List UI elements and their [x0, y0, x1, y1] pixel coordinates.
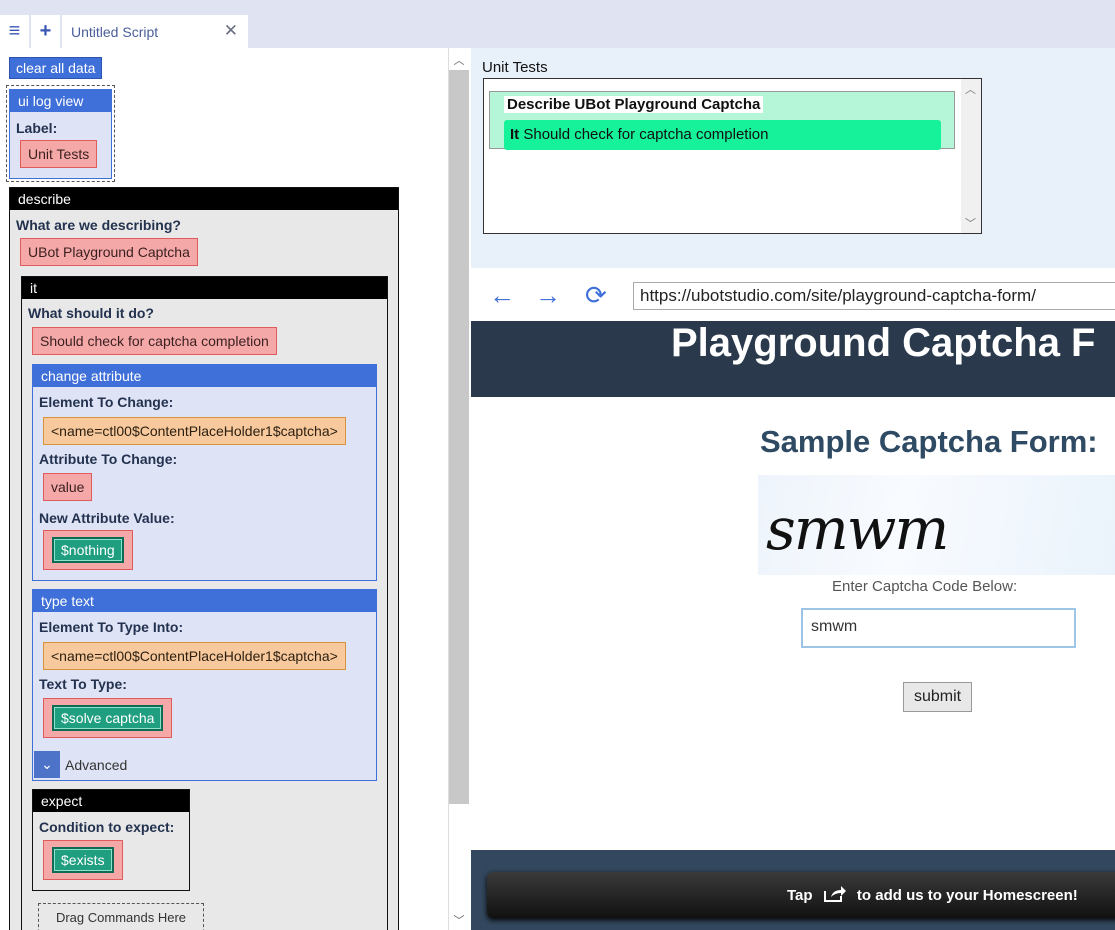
- captcha-prompt-label: Enter Captcha Code Below:: [832, 578, 1018, 595]
- scroll-down-icon[interactable]: ﹀: [965, 215, 976, 231]
- page-footer: Tap to add us to your Homescreen!: [471, 850, 1115, 930]
- command-title: ui log view: [10, 90, 111, 112]
- it-result-bar: It Should check for captcha completion: [504, 120, 941, 150]
- address-bar[interactable]: https://ubotstudio.com/site/playground-c…: [633, 282, 1115, 310]
- browser-nav-bar: ← → ⟳ https://ubotstudio.com/site/playgr…: [471, 268, 1115, 320]
- unit-tests-title: Unit Tests: [482, 59, 548, 76]
- toast-tap: Tap: [787, 886, 813, 904]
- command-panel: clear all data ui log view Label: Unit T…: [0, 48, 448, 930]
- scroll-up-icon[interactable]: ︿: [965, 81, 976, 97]
- tab-untitled-script[interactable]: Untitled Script ✕: [62, 15, 248, 48]
- toast-text: Tap to add us to your Homescreen!: [787, 885, 1078, 907]
- it-prefix: It: [510, 126, 520, 143]
- element-to-change-value[interactable]: <name=ctl00$ContentPlaceHolder1$captcha>: [43, 417, 346, 445]
- text-to-type-label: Text To Type:: [39, 676, 127, 692]
- element-to-type-value[interactable]: <name=ctl00$ContentPlaceHolder1$captcha>: [43, 642, 346, 670]
- drag-commands-here-dropzone[interactable]: Drag Commands Here: [38, 903, 204, 930]
- log-scrollbar[interactable]: ︿ ﹀: [961, 79, 981, 233]
- toast-message: to add us to your Homescreen!: [856, 886, 1078, 904]
- variable-chip: $solve captcha: [52, 705, 164, 731]
- command-title: change attribute: [33, 365, 376, 387]
- element-to-type-label: Element To Type Into:: [39, 619, 184, 635]
- describe-legend: Describe UBot Playground Captcha: [504, 96, 764, 113]
- label-value[interactable]: Unit Tests: [20, 140, 98, 168]
- variable-chip: $nothing: [52, 537, 124, 563]
- captcha-text: smwm: [766, 495, 949, 563]
- browser-view: ← → ⟳ https://ubotstudio.com/site/playgr…: [471, 268, 1115, 930]
- hero-title: Playground Captcha F: [671, 321, 1096, 365]
- command-title: expect: [33, 790, 189, 812]
- homescreen-toast[interactable]: Tap to add us to your Homescreen!: [487, 872, 1115, 918]
- it-question: What should it do?: [28, 305, 154, 321]
- form-title: Sample Captcha Form:: [760, 424, 1098, 459]
- it-text: Should check for captcha completion: [523, 126, 769, 143]
- condition-value[interactable]: $exists: [43, 840, 123, 880]
- scroll-down-icon[interactable]: ﹀: [449, 912, 469, 928]
- share-icon: [823, 885, 847, 907]
- it-value[interactable]: Should check for captcha completion: [32, 327, 277, 355]
- clear-all-data-button[interactable]: clear all data: [9, 57, 103, 79]
- text-to-type-value[interactable]: $solve captcha: [43, 698, 173, 738]
- chevron-down-icon[interactable]: ⌄: [34, 751, 60, 778]
- describe-value[interactable]: UBot Playground Captcha: [20, 238, 198, 266]
- describe-command[interactable]: describe What are we describing? UBot Pl…: [9, 187, 399, 930]
- tab-bar: ≡ + Untitled Script ✕: [0, 0, 1115, 48]
- page-hero: Playground Captcha F: [471, 321, 1115, 397]
- condition-label: Condition to expect:: [39, 819, 175, 835]
- command-title: describe: [10, 188, 398, 210]
- type-text-command[interactable]: type text Element To Type Into: <name=ct…: [32, 589, 377, 781]
- advanced-label[interactable]: Advanced: [65, 757, 127, 773]
- command-title: type text: [33, 590, 376, 612]
- app-window: ≡ + Untitled Script ✕ clear all data ui …: [0, 0, 1115, 930]
- element-to-change-label: Element To Change:: [39, 394, 174, 410]
- ui-log-view-command[interactable]: ui log view Label: Unit Tests: [9, 89, 112, 179]
- it-command[interactable]: it What should it do? Should check for c…: [21, 276, 388, 930]
- close-icon[interactable]: ✕: [224, 21, 238, 41]
- forward-arrow-icon[interactable]: →: [535, 280, 561, 311]
- scrollbar-thumb[interactable]: [449, 70, 469, 804]
- attribute-to-change-label: Attribute To Change:: [39, 451, 178, 467]
- command-title: it: [22, 277, 387, 299]
- back-arrow-icon[interactable]: ←: [489, 280, 515, 311]
- submit-button[interactable]: submit: [903, 682, 972, 712]
- preview-panel: Unit Tests Describe UBot Playground Capt…: [471, 48, 1115, 930]
- unit-tests-log[interactable]: Describe UBot Playground Captcha It Shou…: [483, 78, 982, 234]
- reload-icon[interactable]: ⟳: [585, 280, 607, 311]
- captcha-image: smwm: [758, 475, 1115, 575]
- menu-icon[interactable]: ≡: [0, 15, 30, 48]
- expect-command[interactable]: expect Condition to expect: $exists: [32, 789, 190, 891]
- describe-result-group: Describe UBot Playground Captcha It Shou…: [489, 91, 955, 150]
- change-attribute-command[interactable]: change attribute Element To Change: <nam…: [32, 364, 377, 581]
- describe-question: What are we describing?: [16, 217, 181, 233]
- new-attribute-value-label: New Attribute Value:: [39, 510, 175, 526]
- label-caption: Label:: [16, 120, 58, 136]
- variable-chip: $exists: [52, 847, 114, 873]
- scroll-up-icon[interactable]: ︿: [449, 52, 469, 68]
- captcha-input[interactable]: smwm: [801, 608, 1076, 648]
- attribute-to-change-value[interactable]: value: [43, 473, 93, 501]
- tab-label: Untitled Script: [71, 23, 159, 40]
- add-tab-icon[interactable]: +: [31, 15, 61, 48]
- new-attribute-value[interactable]: $nothing: [43, 530, 133, 570]
